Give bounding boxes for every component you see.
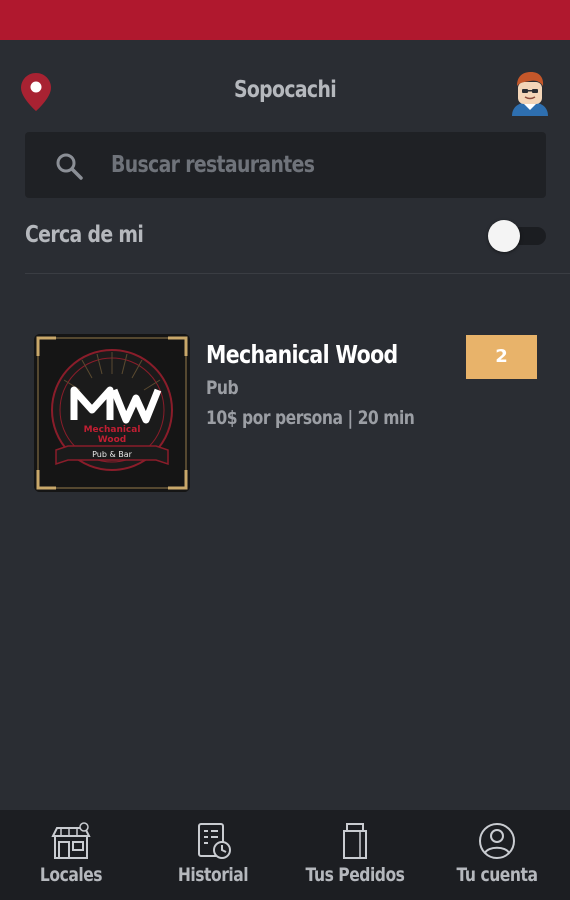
nav-item-tu-cuenta[interactable]: Tu cuenta xyxy=(426,810,568,900)
divider xyxy=(25,273,570,274)
near-me-toggle[interactable] xyxy=(488,220,546,252)
history-icon xyxy=(198,823,231,859)
header: Sopocachi xyxy=(0,40,570,132)
account-icon xyxy=(479,823,515,859)
restaurant-info: 10$ por persona | 20 min xyxy=(206,407,415,429)
logo-text-bottom: Wood xyxy=(98,435,126,445)
restaurant-card[interactable]: Mechanical Wood Pub & Bar Mechanical Woo… xyxy=(34,334,538,494)
nav-item-historial[interactable]: Historial xyxy=(142,810,284,900)
near-me-label: Cerca de mi xyxy=(25,222,144,248)
location-pin-icon[interactable] xyxy=(20,72,52,112)
store-icon xyxy=(51,822,91,859)
nav-label: Locales xyxy=(39,864,103,886)
bottom-nav: Locales Historial Tus Pedidos Tu cuenta xyxy=(0,810,570,900)
restaurant-type: Pub xyxy=(206,377,239,399)
logo-text-top: Mechanical xyxy=(84,425,141,435)
near-me-row: Cerca de mi xyxy=(25,216,546,260)
search-bar[interactable] xyxy=(25,132,546,198)
search-icon xyxy=(56,153,83,180)
status-bar xyxy=(0,0,570,40)
nav-item-locales[interactable]: Locales xyxy=(0,810,142,900)
toggle-knob xyxy=(488,220,520,252)
nav-label: Historial xyxy=(177,864,249,886)
nav-label: Tu cuenta xyxy=(456,864,538,886)
restaurant-name: Mechanical Wood xyxy=(206,340,398,369)
location-title[interactable]: Sopocachi xyxy=(51,77,518,103)
restaurant-logo: Mechanical Wood Pub & Bar xyxy=(34,334,190,492)
restaurant-badge: 2 xyxy=(466,335,537,379)
bag-icon xyxy=(343,823,367,859)
nav-label: Tus Pedidos xyxy=(305,864,405,886)
avatar[interactable] xyxy=(508,70,552,118)
search-input[interactable] xyxy=(111,132,439,198)
logo-text-ribbon: Pub & Bar xyxy=(92,450,133,459)
nav-item-tus-pedidos[interactable]: Tus Pedidos xyxy=(284,810,426,900)
